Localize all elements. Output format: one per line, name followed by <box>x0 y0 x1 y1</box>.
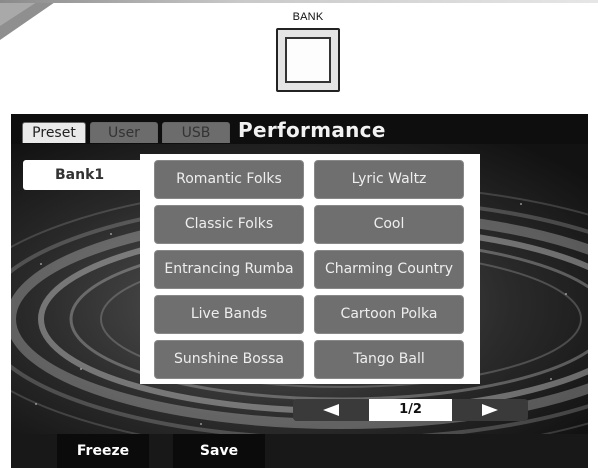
style-classic-folks[interactable]: Classic Folks <box>154 205 304 244</box>
bank-caption: BANK <box>292 11 324 23</box>
style-tango-ball[interactable]: Tango Ball <box>314 340 464 379</box>
style-charming-country[interactable]: Charming Country <box>314 250 464 289</box>
bank-label[interactable]: Bank1 <box>23 160 143 190</box>
right-arrow-icon <box>482 404 498 416</box>
title-bar: Preset User USB Performance <box>11 114 588 144</box>
lcd-screen: Preset User USB Performance Bank1 Romant… <box>11 114 588 468</box>
style-live-bands[interactable]: Live Bands <box>154 295 304 334</box>
next-page-button[interactable] <box>452 399 528 421</box>
style-cartoon-polka[interactable]: Cartoon Polka <box>314 295 464 334</box>
style-entrancing-rumba[interactable]: Entrancing Rumba <box>154 250 304 289</box>
corner-decoration <box>0 0 58 40</box>
style-cool[interactable]: Cool <box>314 205 464 244</box>
tab-usb[interactable]: USB <box>162 122 230 143</box>
prev-page-button[interactable] <box>293 399 369 421</box>
tab-user[interactable]: User <box>90 122 158 143</box>
page-indicator: 1/2 <box>369 399 452 421</box>
tab-preset[interactable]: Preset <box>22 122 86 143</box>
style-panel: Romantic Folks Lyric Waltz Classic Folks… <box>140 154 480 384</box>
freeze-button[interactable]: Freeze <box>57 434 149 468</box>
style-romantic-folks[interactable]: Romantic Folks <box>154 160 304 199</box>
save-button[interactable]: Save <box>173 434 265 468</box>
style-lyric-waltz[interactable]: Lyric Waltz <box>314 160 464 199</box>
style-sunshine-bossa[interactable]: Sunshine Bossa <box>154 340 304 379</box>
page-navigator: 1/2 <box>293 399 528 421</box>
bank-button[interactable] <box>276 28 340 92</box>
bank-button-face <box>285 37 331 83</box>
left-arrow-icon <box>323 404 339 416</box>
softkey-bar: Freeze Save <box>11 434 588 468</box>
page-title: Performance <box>238 118 386 142</box>
header-line <box>0 0 598 3</box>
